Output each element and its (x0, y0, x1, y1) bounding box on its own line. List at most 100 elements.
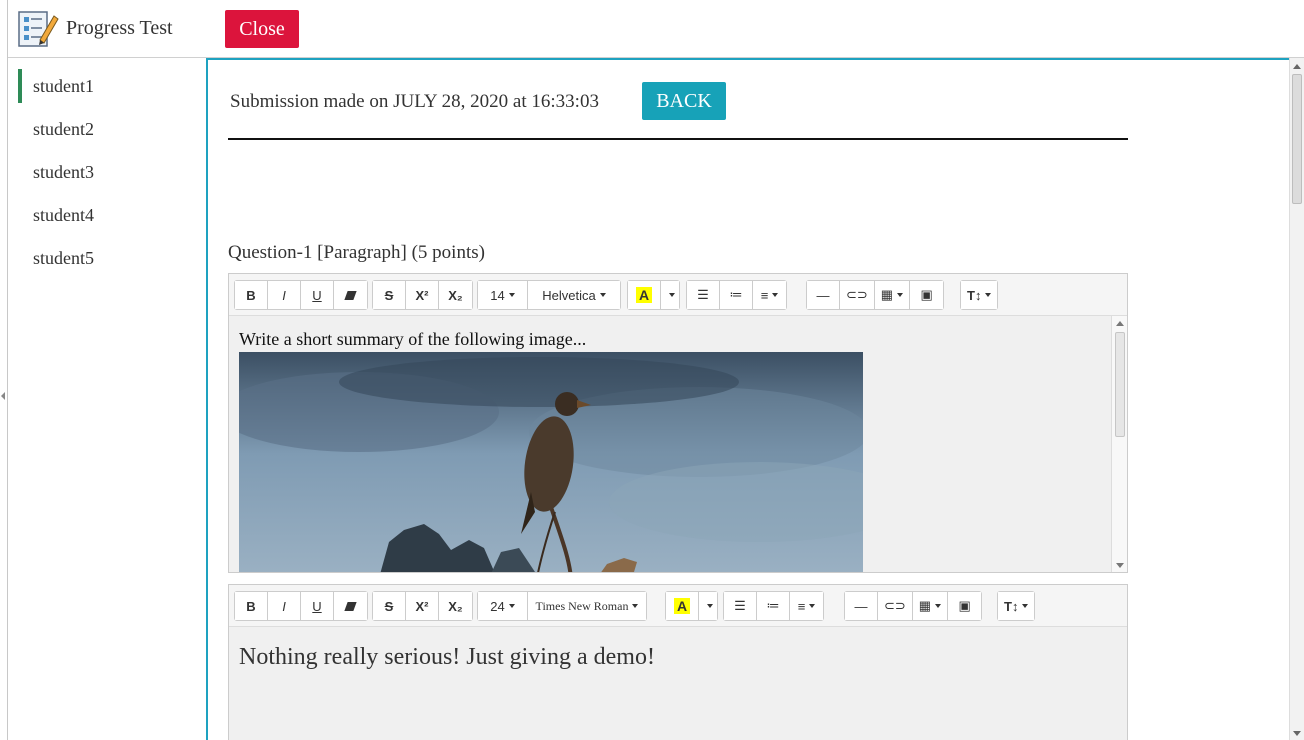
link-icon: ⊂⊃ (846, 287, 868, 302)
close-button[interactable]: Close (225, 10, 299, 48)
color-group: A (665, 591, 718, 621)
eraser-icon (344, 290, 357, 300)
sidebar-item-student5[interactable]: student5 (8, 231, 206, 274)
sidebar-item-label: student5 (33, 248, 94, 268)
horizontal-rule-button[interactable]: — (807, 281, 840, 309)
align-icon: ≡ (760, 287, 769, 303)
image-button[interactable]: ▣ (948, 592, 982, 620)
image-icon: ▣ (958, 598, 971, 613)
scroll-up-icon[interactable] (1116, 321, 1124, 326)
font-style-group: B I U (234, 280, 368, 310)
answer-content[interactable]: Nothing really serious! Just giving a de… (229, 627, 1127, 740)
superscript-button[interactable]: X² (406, 592, 439, 620)
hr-icon: — (816, 287, 830, 303)
eraser-button[interactable] (334, 592, 367, 620)
answer-editor: B I U S X² X₂ 24 Times New Roman A ☰ ≔ ≡… (228, 584, 1128, 740)
hr-icon: — (854, 598, 868, 614)
scroll-thumb[interactable] (1292, 74, 1302, 204)
back-button[interactable]: BACK (642, 82, 726, 120)
horizontal-rule-button[interactable]: — (845, 592, 878, 620)
link-button[interactable]: ⊂⊃ (878, 592, 913, 620)
table-dropdown[interactable]: ▦ (874, 281, 911, 309)
italic-button[interactable]: I (268, 281, 301, 309)
align-dropdown[interactable]: ≡ (790, 592, 823, 620)
divider (228, 138, 1128, 140)
underline-button[interactable]: U (301, 592, 334, 620)
bullet-list-icon: ☰ (734, 598, 746, 613)
eraser-button[interactable] (334, 281, 367, 309)
submission-info: Submission made on JULY 28, 2020 at 16:3… (230, 91, 599, 112)
sidebar-item-student2[interactable]: student2 (8, 102, 206, 145)
cormorant-photo (239, 352, 863, 572)
script-group: S X² X₂ (372, 591, 473, 621)
superscript-button[interactable]: X² (406, 281, 439, 309)
font-group: 24 Times New Roman (477, 591, 647, 621)
font-size-select[interactable]: 14 (478, 281, 528, 309)
color-dropdown[interactable] (661, 281, 679, 309)
scroll-down-icon[interactable] (1116, 563, 1124, 568)
line-height-dropdown[interactable]: T↕ (961, 281, 998, 309)
sidebar-item-student4[interactable]: student4 (8, 188, 206, 231)
scroll-thumb[interactable] (1115, 332, 1125, 437)
table-icon: ▦ (880, 287, 894, 302)
script-group: S X² X₂ (372, 280, 473, 310)
align-dropdown[interactable]: ≡ (753, 281, 786, 309)
checklist-pencil-icon (18, 11, 59, 47)
sidebar-item-student1[interactable]: student1 (8, 59, 206, 103)
page-scrollbar[interactable] (1289, 58, 1304, 740)
highlight-color-button[interactable]: A (666, 592, 699, 620)
link-button[interactable]: ⊂⊃ (840, 281, 875, 309)
font-family-select[interactable]: Times New Roman (528, 592, 646, 620)
line-height-dropdown[interactable]: T↕ (998, 592, 1035, 620)
table-icon: ▦ (918, 598, 932, 613)
link-icon: ⊂⊃ (884, 598, 906, 613)
app-title: Progress Test (66, 17, 173, 39)
bold-button[interactable]: B (235, 592, 268, 620)
collapse-grip-icon[interactable] (1, 392, 5, 400)
underline-button[interactable]: U (301, 281, 334, 309)
eraser-icon (344, 601, 357, 611)
height-group: T↕ (997, 591, 1036, 621)
bold-button[interactable]: B (235, 281, 268, 309)
question-content[interactable]: Write a short summary of the following i… (229, 316, 1111, 572)
strikethrough-button[interactable]: S (373, 281, 406, 309)
subscript-button[interactable]: X₂ (439, 592, 472, 620)
student-list: student1 student2 student3 student4 stud… (8, 59, 206, 740)
submission-panel: Submission made on JULY 28, 2020 at 16:3… (206, 58, 1289, 740)
sidebar-item-student3[interactable]: student3 (8, 145, 206, 188)
editor-toolbar: B I U S X² X₂ 24 Times New Roman A ☰ ≔ ≡… (229, 585, 1127, 627)
question-title: Question-1 [Paragraph] (5 points) (228, 242, 485, 263)
font-size-select[interactable]: 24 (478, 592, 528, 620)
image-button[interactable]: ▣ (910, 281, 944, 309)
numbered-list-button[interactable]: ≔ (720, 281, 753, 309)
answer-text: Nothing really serious! Just giving a de… (239, 644, 655, 670)
font-style-group: B I U (234, 591, 368, 621)
bullet-list-button[interactable]: ☰ (724, 592, 757, 620)
table-dropdown[interactable]: ▦ (912, 592, 949, 620)
editor-scrollbar[interactable] (1111, 316, 1127, 572)
italic-button[interactable]: I (268, 592, 301, 620)
numbered-list-icon: ≔ (729, 287, 743, 302)
list-group: ☰ ≔ ≡ (686, 280, 787, 310)
insert-group: — ⊂⊃ ▦ ▣ (844, 591, 983, 621)
bullet-list-button[interactable]: ☰ (687, 281, 720, 309)
question-editor: B I U S X² X₂ 14 Helvetica A ☰ ≔ ≡ — ⊂⊃ … (228, 273, 1128, 573)
numbered-list-icon: ≔ (766, 598, 780, 613)
scroll-up-icon[interactable] (1293, 64, 1301, 69)
font-family-select[interactable]: Helvetica (528, 281, 620, 309)
sidebar-item-label: student3 (33, 162, 94, 182)
height-group: T↕ (960, 280, 999, 310)
subscript-button[interactable]: X₂ (439, 281, 472, 309)
font-group: 14 Helvetica (477, 280, 621, 310)
highlight-color-button[interactable]: A (628, 281, 661, 309)
numbered-list-button[interactable]: ≔ (757, 592, 790, 620)
color-group: A (627, 280, 680, 310)
top-bar: Progress Test Close (8, 0, 1304, 58)
scroll-down-icon[interactable] (1293, 731, 1301, 736)
strikethrough-button[interactable]: S (373, 592, 406, 620)
color-dropdown[interactable] (699, 592, 717, 620)
editor-toolbar: B I U S X² X₂ 14 Helvetica A ☰ ≔ ≡ — ⊂⊃ … (229, 274, 1127, 316)
sidebar-item-label: student2 (33, 119, 94, 139)
insert-group: — ⊂⊃ ▦ ▣ (806, 280, 945, 310)
bullet-list-icon: ☰ (697, 287, 709, 302)
